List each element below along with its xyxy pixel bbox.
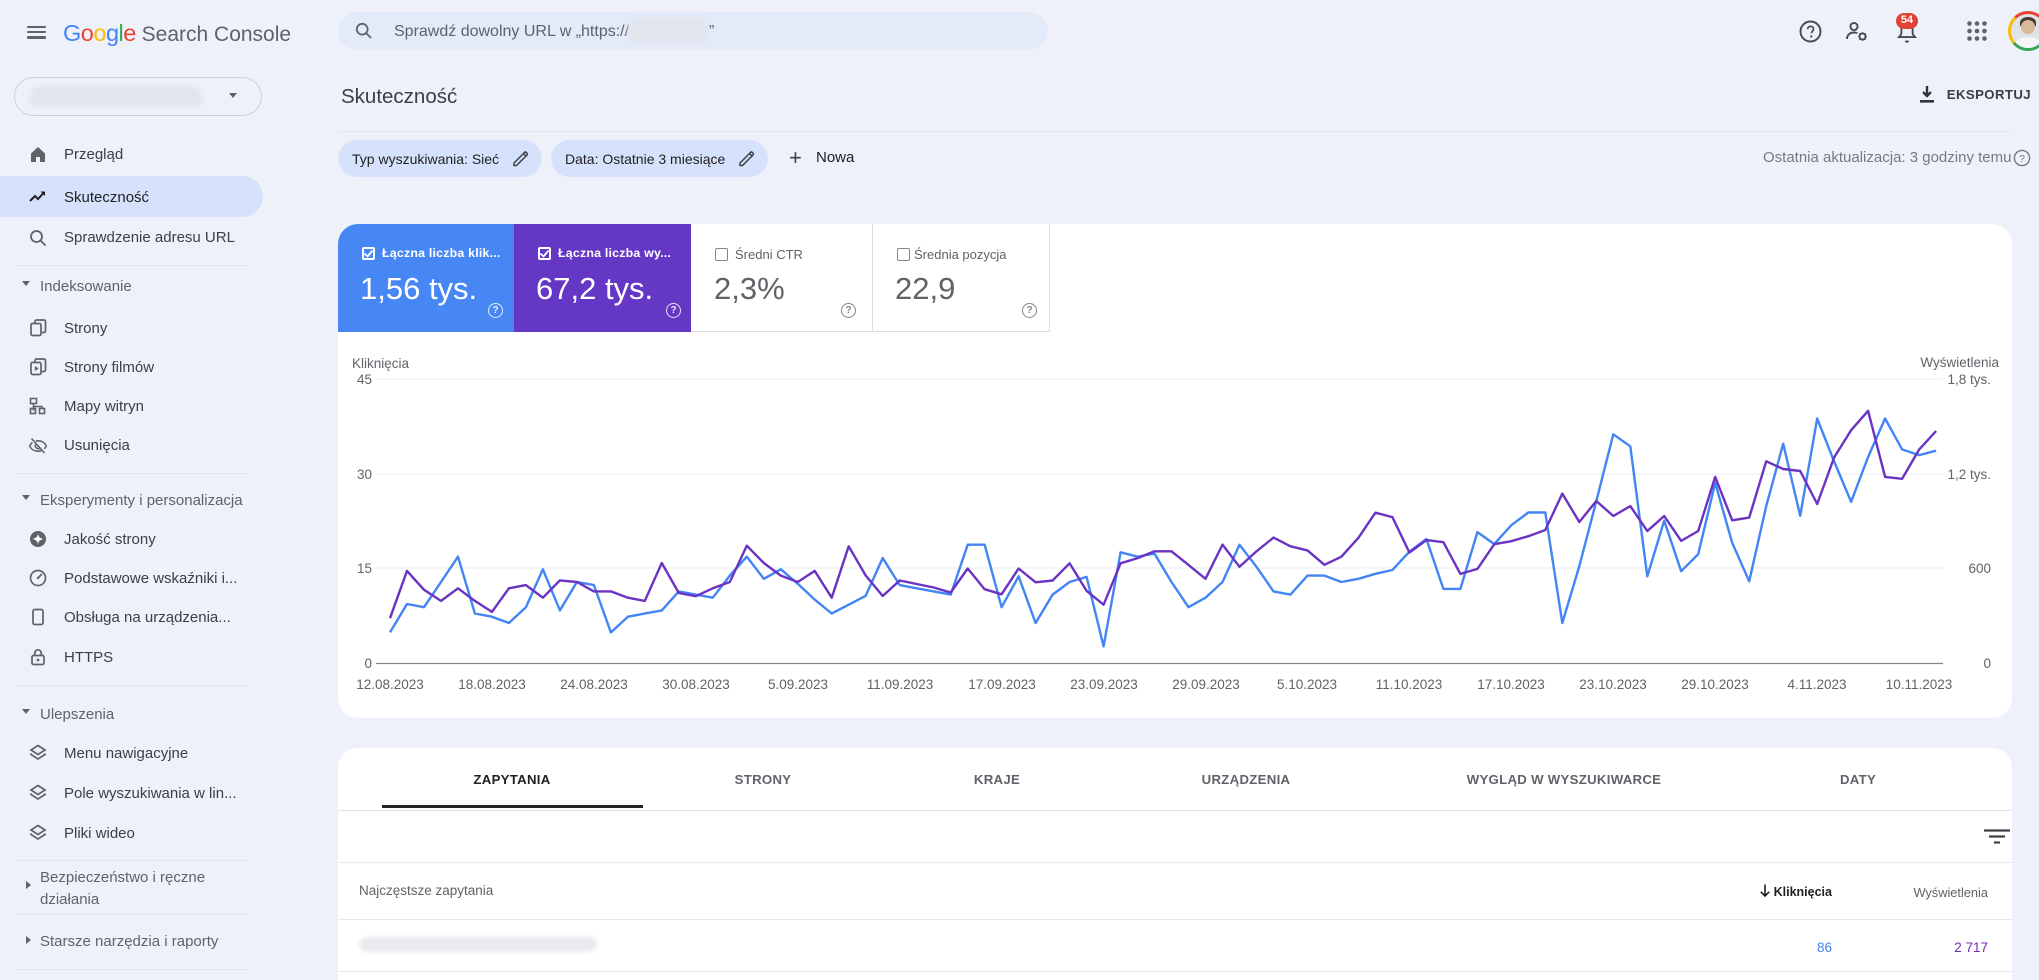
svg-text:15: 15 <box>357 561 372 576</box>
svg-text:18.08.2023: 18.08.2023 <box>458 677 526 692</box>
svg-text:1,8 tys.: 1,8 tys. <box>1947 372 1991 387</box>
svg-text:23.09.2023: 23.09.2023 <box>1070 677 1138 692</box>
svg-text:17.10.2023: 17.10.2023 <box>1477 677 1545 692</box>
svg-text:12.08.2023: 12.08.2023 <box>356 677 424 692</box>
svg-text:600: 600 <box>1968 561 1991 576</box>
svg-text:23.10.2023: 23.10.2023 <box>1579 677 1647 692</box>
svg-text:4.11.2023: 4.11.2023 <box>1787 677 1846 692</box>
svg-text:24.08.2023: 24.08.2023 <box>560 677 628 692</box>
svg-text:Kliknięcia: Kliknięcia <box>352 356 410 371</box>
svg-text:17.09.2023: 17.09.2023 <box>968 677 1036 692</box>
svg-text:1,2 tys.: 1,2 tys. <box>1947 467 1991 482</box>
svg-text:29.09.2023: 29.09.2023 <box>1172 677 1240 692</box>
svg-text:5.10.2023: 5.10.2023 <box>1277 677 1337 692</box>
svg-text:30: 30 <box>357 467 372 482</box>
svg-text:0: 0 <box>1983 656 1991 671</box>
svg-text:?: ? <box>2019 153 2025 165</box>
svg-text:45: 45 <box>357 372 372 387</box>
svg-text:0: 0 <box>364 656 372 671</box>
svg-text:Wyświetlenia: Wyświetlenia <box>1920 355 1999 370</box>
svg-text:11.09.2023: 11.09.2023 <box>867 677 934 692</box>
svg-text:10.11.2023: 10.11.2023 <box>1886 677 1953 692</box>
svg-text:30.08.2023: 30.08.2023 <box>662 677 730 692</box>
svg-text:29.10.2023: 29.10.2023 <box>1681 677 1749 692</box>
svg-text:11.10.2023: 11.10.2023 <box>1376 677 1443 692</box>
svg-text:5.09.2023: 5.09.2023 <box>768 677 828 692</box>
